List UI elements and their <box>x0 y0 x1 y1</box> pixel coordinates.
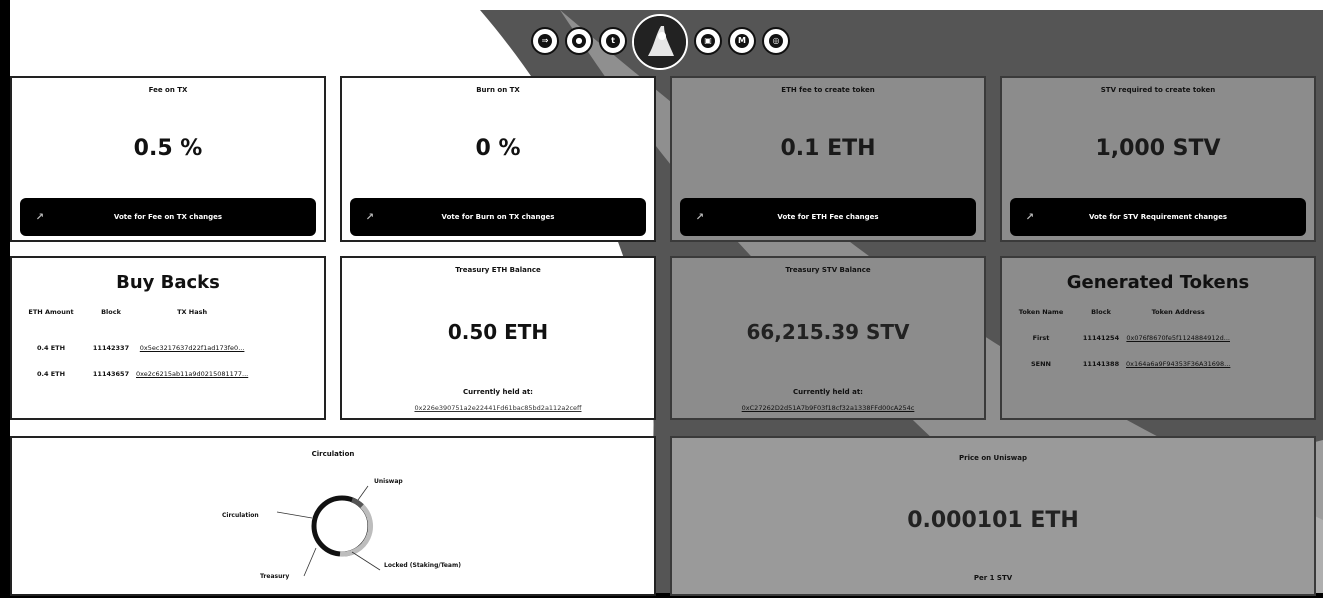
table-row: SENN 11141388 0x164a6a9F94353F36A31698..… <box>1006 358 1230 370</box>
locked-label: Locked (Staking/Team) <box>384 562 461 569</box>
stv-required-card: STV required to create token 1,000 STV ↗… <box>1000 76 1316 242</box>
block-cell: 11141388 <box>1082 360 1120 368</box>
token-address-cell: 0x164a6a9F94353F36A31698... <box>1126 358 1230 370</box>
held-at-label: Currently held at: <box>793 388 863 396</box>
fee-title: Fee on TX <box>148 86 188 94</box>
token-name-cell: SENN <box>1030 360 1051 368</box>
block-cell: 11141254 <box>1082 334 1120 342</box>
eth-amount-cell: 0.4 ETH <box>36 370 66 378</box>
vote-eth-fee-button[interactable]: ↗ Vote for ETH Fee changes <box>680 198 976 236</box>
token-address-link[interactable]: 0x076f8670fe5f1124884912d... <box>1126 334 1230 342</box>
fee-card: Fee on TX 0.5 % ↗ Vote for Fee on TX cha… <box>10 76 326 242</box>
treasury-stv-card: Treasury STV Balance 66,215.39 STV Curre… <box>670 256 986 420</box>
disc-icon[interactable]: ● <box>565 27 593 55</box>
twitter-icon[interactable]: t <box>599 27 627 55</box>
generated-tokens-table: Token Name Block Token Address First 111… <box>1006 306 1231 370</box>
eth-fee-value: 0.1 ETH <box>780 136 876 161</box>
vote-fee-label: Vote for Fee on TX changes <box>113 213 223 221</box>
column-header: Token Name <box>1018 308 1064 316</box>
treasury-stv-address-link[interactable]: 0xC27262D2d51A7b9F03f18cf32a1338FFd00cA2… <box>672 404 984 412</box>
eth-fee-card: ETH fee to create token 0.1 ETH ↗ Vote f… <box>670 76 986 242</box>
vote-burn-label: Vote for Burn on TX changes <box>441 213 555 221</box>
arrow-icon[interactable]: ⇒ <box>531 27 559 55</box>
price-value: 0.000101 ETH <box>907 508 1079 533</box>
vote-burn-button[interactable]: ↗ Vote for Burn on TX changes <box>350 198 646 236</box>
column-header: Block <box>1091 308 1111 316</box>
table-row: 0.4 ETH 11143657 0xe2c6215ab11a9d0215081… <box>16 368 248 380</box>
circulation-donut-chart <box>276 485 381 577</box>
generated-tokens-card: Generated Tokens Token Name Block Token … <box>1000 256 1316 420</box>
burn-card: Burn on TX 0 % ↗ Vote for Burn on TX cha… <box>340 76 656 242</box>
circulation-card: Circulation Uniswap Circulation Locked (… <box>10 436 656 596</box>
token-address-link[interactable]: 0x164a6a9F94353F36A31698... <box>1126 360 1230 368</box>
treasury-stv-title: Treasury STV Balance <box>785 266 871 274</box>
treasury-eth-card: Treasury ETH Balance 0.50 ETH Currently … <box>340 256 656 420</box>
column-header: Block <box>101 308 121 316</box>
price-card: Price on Uniswap 0.000101 ETH Per 1 STV <box>670 436 1316 596</box>
treasury-eth-value: 0.50 ETH <box>447 320 549 344</box>
burn-title: Burn on TX <box>476 86 520 94</box>
per-stv-label: Per 1 STV <box>973 574 1013 582</box>
github-icon[interactable]: ◎ <box>762 27 790 55</box>
vote-fee-button[interactable]: ↗ Vote for Fee on TX changes <box>20 198 316 236</box>
stv-required-value: 1,000 STV <box>1095 136 1221 161</box>
tx-hash-cell: 0x5ec3217637d22f1ad173fe0... <box>136 342 248 354</box>
vote-eth-fee-label: Vote for ETH Fee changes <box>777 213 879 221</box>
medium-icon[interactable]: M <box>728 27 756 55</box>
vote-stv-label: Vote for STV Requirement changes <box>1088 213 1228 221</box>
eth-amount-cell: 0.4 ETH <box>36 344 66 352</box>
table-header-row: Token Name Block Token Address <box>1006 306 1230 318</box>
buy-backs-table: ETH Amount Block TX Hash 0.4 ETH 1114233… <box>16 306 248 380</box>
burn-value: 0 % <box>475 136 521 161</box>
logo-figure-icon <box>634 16 686 68</box>
buy-backs-card: Buy Backs ETH Amount Block TX Hash 0.4 E… <box>10 256 326 420</box>
table-header-row: ETH Amount Block TX Hash <box>16 306 248 318</box>
stv-required-title: STV required to create token <box>1100 86 1216 94</box>
locked-ring-segment <box>339 504 374 557</box>
vote-icon: ↗ <box>365 211 375 223</box>
vote-stv-button[interactable]: ↗ Vote for STV Requirement changes <box>1010 198 1306 236</box>
column-header: TX Hash <box>177 308 208 316</box>
treasury-eth-title: Treasury ETH Balance <box>455 266 541 274</box>
column-header: ETH Amount <box>28 308 74 316</box>
table-row: First 11141254 0x076f8670fe5f1124884912d… <box>1006 332 1230 344</box>
circulation-title: Circulation <box>311 450 355 458</box>
token-name-cell: First <box>1032 334 1050 342</box>
treasury-stv-value: 66,215.39 STV <box>746 320 910 344</box>
tx-hash-cell: 0xe2c6215ab11a9d0215081177... <box>136 368 248 380</box>
block-cell: 11143657 <box>92 370 130 378</box>
treasury-label: Treasury <box>260 573 290 580</box>
treasury-eth-address-link[interactable]: 0x226e390751a2e22441Fd61bac85bd2a112a2ce… <box>342 404 654 412</box>
chat-icon[interactable]: ▣ <box>694 27 722 55</box>
uniswap-label: Uniswap <box>374 478 403 485</box>
vote-icon: ↗ <box>1025 211 1035 223</box>
tx-hash-link[interactable]: 0xe2c6215ab11a9d0215081177... <box>136 370 248 378</box>
table-row: 0.4 ETH 11142337 0x5ec3217637d22f1ad173f… <box>16 342 248 354</box>
token-address-cell: 0x076f8670fe5f1124884912d... <box>1126 332 1230 344</box>
vote-icon: ↗ <box>35 211 45 223</box>
circulation-label: Circulation <box>222 512 259 519</box>
logo[interactable] <box>632 14 688 70</box>
generated-tokens-title: Generated Tokens <box>1066 272 1250 293</box>
uniswap-ring-segment <box>351 497 364 508</box>
held-at-label: Currently held at: <box>463 388 533 396</box>
tx-hash-link[interactable]: 0x5ec3217637d22f1ad173fe0... <box>140 344 245 352</box>
eth-fee-title: ETH fee to create token <box>781 86 875 94</box>
vote-icon: ↗ <box>695 211 705 223</box>
column-header: Token Address <box>1151 308 1205 316</box>
buy-backs-title: Buy Backs <box>116 272 220 293</box>
price-title: Price on Uniswap <box>959 454 1027 462</box>
block-cell: 11142337 <box>92 344 130 352</box>
fee-value: 0.5 % <box>133 136 203 161</box>
